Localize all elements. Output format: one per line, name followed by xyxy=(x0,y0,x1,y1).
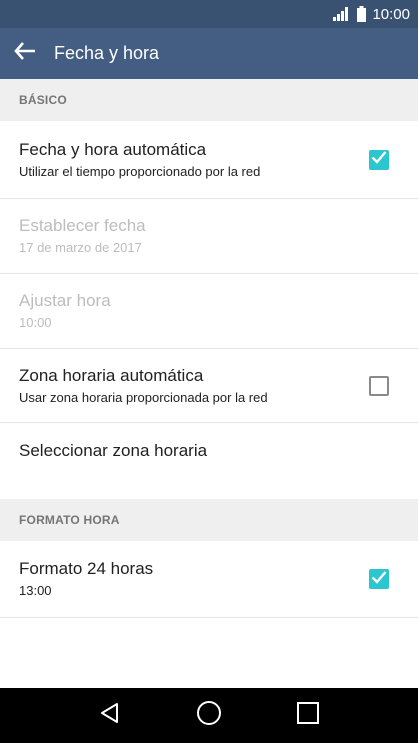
status-bar: 10:00 xyxy=(0,0,418,28)
section-label: BÁSICO xyxy=(19,93,67,107)
setting-title: Establecer fecha xyxy=(19,216,146,235)
recents-square-icon xyxy=(296,701,320,730)
auto-timezone-setting[interactable]: Zona horaria automática Usar zona horari… xyxy=(0,349,418,423)
app-bar: Fecha y hora xyxy=(0,28,418,79)
setting-title: Ajustar hora xyxy=(19,291,111,310)
setting-subtitle: Usar zona horaria proporcionada por la r… xyxy=(19,389,268,405)
setting-subtitle: Utilizar el tiempo proporcionado por la … xyxy=(19,163,261,179)
nav-recents-button[interactable] xyxy=(288,696,328,736)
auto-date-checkbox[interactable] xyxy=(369,149,389,170)
setting-subtitle: 10:00 xyxy=(19,315,52,330)
page-title: Fecha y hora xyxy=(54,43,160,63)
setting-title: Formato 24 horas xyxy=(19,559,154,578)
back-button[interactable] xyxy=(0,28,50,79)
section-label: FORMATO HORA xyxy=(19,513,120,527)
set-time-setting[interactable]: Ajustar hora 10:00 xyxy=(0,274,418,349)
setting-subtitle: 17 de marzo de 2017 xyxy=(19,240,142,255)
section-header-time-format: FORMATO HORA xyxy=(0,499,418,541)
home-circle-icon xyxy=(196,700,222,731)
check-icon xyxy=(371,150,387,169)
status-time: 10:00 xyxy=(372,5,410,23)
back-triangle-icon xyxy=(98,701,122,730)
format-24h-setting[interactable]: Formato 24 horas 13:00 xyxy=(0,541,418,618)
format-24h-checkbox[interactable] xyxy=(369,569,389,589)
setting-title: Fecha y hora automática xyxy=(19,139,207,159)
navigation-bar xyxy=(0,688,418,743)
auto-date-setting[interactable]: Fecha y hora automática Utilizar el tiem… xyxy=(0,121,418,199)
nav-back-button[interactable] xyxy=(90,696,130,736)
setting-subtitle: 13:00 xyxy=(19,583,52,598)
auto-timezone-checkbox[interactable] xyxy=(369,375,389,396)
signal-icon xyxy=(333,7,351,21)
setting-title: Seleccionar zona horaria xyxy=(19,441,208,460)
battery-icon xyxy=(357,6,367,22)
arrow-left-icon xyxy=(14,42,36,65)
set-date-setting[interactable]: Establecer fecha 17 de marzo de 2017 xyxy=(0,199,418,274)
section-header-basic: BÁSICO xyxy=(0,79,418,121)
nav-home-button[interactable] xyxy=(189,696,229,736)
setting-title: Zona horaria automática xyxy=(19,365,204,385)
select-timezone-setting[interactable]: Seleccionar zona horaria xyxy=(0,423,418,499)
check-icon xyxy=(371,570,387,589)
